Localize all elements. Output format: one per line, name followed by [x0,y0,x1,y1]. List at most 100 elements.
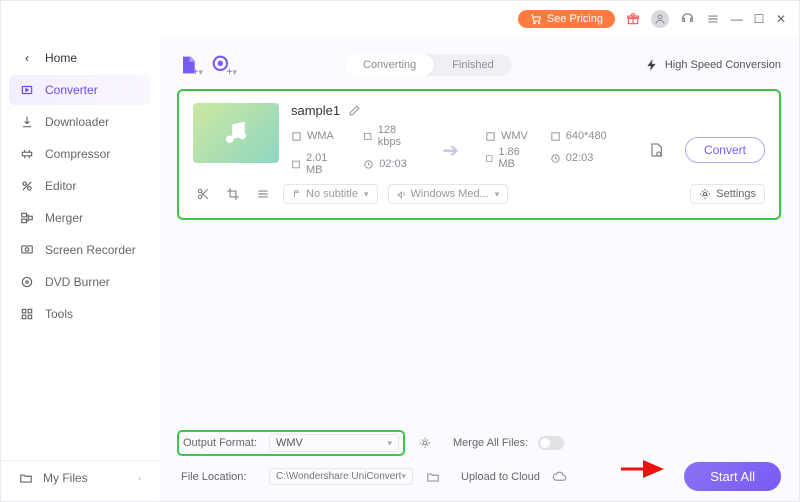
src-duration: 02:03 [379,158,407,170]
sidebar-home[interactable]: ‹ Home [9,43,151,73]
add-files-button[interactable]: +▾ [177,54,199,76]
arrow-right-icon: ➔ [436,138,465,163]
main-area: +▾ +▾ Converting Finished High Speed Con… [159,37,799,501]
dst-size: 1.86 MB [498,146,529,170]
footer: Output Format: WMV ▾ Merge All Files: Fi… [177,430,781,491]
sidebar-item-merger[interactable]: Merger [9,203,151,233]
trim-icon[interactable] [193,184,213,204]
output-format-highlight: Output Format: WMV ▾ [177,430,405,456]
sidebar-item-label: Converter [45,83,98,97]
audio-dropdown[interactable]: Windows Med... ▾ [388,184,509,204]
tools-icon [19,306,35,322]
sidebar-item-label: Screen Recorder [45,243,136,257]
output-format-dropdown[interactable]: WMV ▾ [269,434,399,452]
myfiles-label: My Files [43,471,88,485]
settings-button[interactable]: Settings [690,184,765,204]
open-folder-icon[interactable] [423,467,443,487]
see-pricing-label: See Pricing [547,13,603,25]
output-format-value: WMV [276,437,303,449]
download-icon [19,114,35,130]
maximize-button[interactable]: ☐ [753,12,765,26]
sidebar-myfiles[interactable]: My Files › [1,460,159,495]
sidebar-item-tools[interactable]: Tools [9,299,151,329]
file-card-highlight: sample1 WMA 128 kbps 2.01 MB 02:03 ➔ WMV [177,89,781,220]
folder-icon [19,471,33,485]
merge-toggle[interactable] [538,436,564,450]
dst-format: WMV [501,130,528,142]
sidebar-item-label: Editor [45,179,76,193]
sidebar-item-label: Downloader [45,115,109,129]
merge-label: Merge All Files: [453,437,528,449]
src-size: 2.01 MB [306,152,343,176]
titlebar: See Pricing — ☐ ✕ [1,1,799,37]
chevron-right-icon: › [138,473,141,483]
file-thumbnail[interactable] [193,103,279,163]
account-icon[interactable] [651,10,669,28]
file-name: sample1 [291,103,340,118]
cloud-label: Upload to Cloud [461,471,540,483]
output-settings-icon[interactable] [415,433,435,453]
tab-converting[interactable]: Converting [345,54,434,76]
target-meta: WMV 640*480 1.86 MB 02:03 [485,130,607,170]
chevron-left-icon: ‹ [19,50,35,66]
edit-name-icon[interactable] [348,104,361,117]
converter-icon [19,82,35,98]
dst-duration: 02:03 [566,152,594,164]
sidebar-item-editor[interactable]: Editor [9,171,151,201]
file-card: sample1 WMA 128 kbps 2.01 MB 02:03 ➔ WMV [183,95,775,214]
target-settings-icon[interactable] [647,140,665,160]
chevron-down-icon: ▾ [401,471,406,482]
sidebar-item-label: Tools [45,307,73,321]
src-format: WMA [307,130,334,142]
sidebar-item-compressor[interactable]: Compressor [9,139,151,169]
settings-label: Settings [716,188,756,200]
output-format-label: Output Format: [183,437,261,449]
bolt-icon [645,58,659,72]
tab-finished[interactable]: Finished [434,54,512,76]
gift-icon[interactable] [625,11,641,27]
gear-icon [699,188,711,200]
effects-icon[interactable] [253,184,273,204]
audio-value: Windows Med... [411,188,489,200]
file-name-row: sample1 [291,103,765,118]
minimize-button[interactable]: — [731,12,743,26]
sidebar: ‹ Home Converter Downloader Compressor E… [1,37,159,501]
high-speed-label: High Speed Conversion [665,59,781,71]
see-pricing-button[interactable]: See Pricing [518,10,615,28]
recorder-icon [19,242,35,258]
disc-icon [19,274,35,290]
music-note-icon [221,118,251,148]
sidebar-item-dvdburner[interactable]: DVD Burner [9,267,151,297]
cloud-icon[interactable] [550,467,570,487]
sidebar-item-label: Merger [45,211,83,225]
close-button[interactable]: ✕ [775,12,787,26]
add-disc-button[interactable]: +▾ [211,54,233,76]
chevron-down-icon: ▾ [387,438,392,449]
subtitle-value: No subtitle [306,188,358,200]
support-icon[interactable] [679,11,695,27]
sidebar-item-converter[interactable]: Converter [9,75,151,105]
editor-icon [19,178,35,194]
sidebar-item-downloader[interactable]: Downloader [9,107,151,137]
convert-button[interactable]: Convert [685,137,765,163]
compressor-icon [19,146,35,162]
high-speed-toggle[interactable]: High Speed Conversion [645,58,781,72]
sidebar-item-label: Compressor [45,147,110,161]
file-location-label: File Location: [181,471,259,483]
toolbar: +▾ +▾ Converting Finished High Speed Con… [177,45,781,85]
chevron-down-icon: ▾ [495,189,500,200]
start-all-button[interactable]: Start All [684,462,781,491]
src-bitrate: 128 kbps [378,124,416,148]
home-label: Home [45,51,77,65]
menu-icon[interactable] [705,11,721,27]
crop-icon[interactable] [223,184,243,204]
merger-icon [19,210,35,226]
card-tool-row: No subtitle ▾ Windows Med... ▾ Settings [193,184,765,204]
subtitle-dropdown[interactable]: No subtitle ▾ [283,184,378,204]
sidebar-item-label: DVD Burner [45,275,110,289]
source-meta: WMA 128 kbps 2.01 MB 02:03 [291,124,416,176]
sidebar-item-screenrecorder[interactable]: Screen Recorder [9,235,151,265]
file-location-dropdown[interactable]: C:\Wondershare UniConverter ▾ [269,468,413,485]
dst-res: 640*480 [566,130,607,142]
cart-icon [530,13,542,25]
